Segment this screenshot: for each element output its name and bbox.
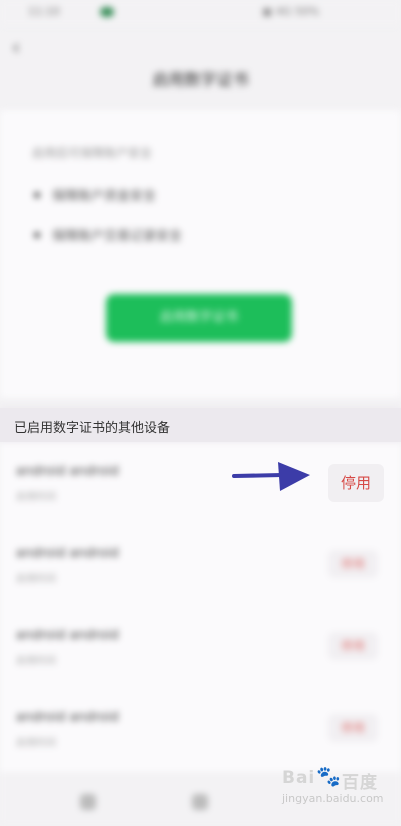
- certificate-card: 启用后可保障账户安全 保障账户资金安全 保障账户交易记录安全 启用数字证书: [0, 110, 401, 398]
- section-header-sharp: 已启用数字证书的其他设备: [0, 408, 401, 442]
- status-bar: 11:10 ▣ 4G 50%: [0, 0, 401, 26]
- disable-button[interactable]: 停用: [328, 714, 378, 742]
- device-subtitle: 启用时间: [16, 656, 56, 667]
- device-name: android android: [16, 546, 119, 561]
- device-row: android android 启用时间 停用: [0, 688, 401, 770]
- watermark-logo-suffix: 百度: [342, 773, 378, 793]
- card-description: 启用后可保障账户安全: [32, 146, 153, 160]
- page-title: 启用数字证书: [152, 70, 249, 89]
- device-subtitle: 启用时间: [16, 492, 56, 503]
- annotation-arrow-icon: [232, 462, 310, 491]
- device-subtitle: 启用时间: [16, 738, 56, 749]
- device-name: android android: [16, 710, 119, 725]
- baidu-watermark: Bai 🐾 百度 jingyan.baidu.com: [282, 764, 394, 812]
- disable-button[interactable]: 停用: [328, 550, 378, 578]
- device-name: android android: [16, 464, 119, 479]
- watermark-logo-text: Bai: [282, 768, 316, 788]
- status-time: 11:10: [28, 5, 60, 18]
- nav-home-icon[interactable]: [192, 794, 208, 810]
- enable-certificate-button[interactable]: 启用数字证书: [106, 294, 292, 342]
- device-row: android android 启用时间 停用: [0, 606, 401, 688]
- baidu-paw-icon: 🐾: [316, 764, 341, 788]
- bullet-text-2: 保障账户交易记录安全: [52, 229, 183, 244]
- device-subtitle: 启用时间: [16, 574, 56, 585]
- bullet-dot-icon: [34, 192, 40, 198]
- wechat-status-icon: [100, 7, 114, 17]
- device-name: android android: [16, 628, 119, 643]
- status-indicators: ▣ 4G 50%: [262, 5, 320, 18]
- device-row: android android 启用时间 停用: [0, 524, 401, 606]
- disable-button[interactable]: 停用: [328, 632, 378, 660]
- app-screen: 11:10 ▣ 4G 50% ‹ 启用数字证书 启用后可保障账户安全 保障账户资…: [0, 0, 401, 826]
- nav-menu-icon[interactable]: [80, 794, 96, 810]
- bullet-dot-icon: [34, 232, 40, 238]
- watermark-url: jingyan.baidu.com: [282, 792, 384, 805]
- disable-button-highlighted[interactable]: 停用: [328, 464, 384, 502]
- bullet-text-1: 保障账户资金安全: [52, 189, 157, 204]
- section-title: 已启用数字证书的其他设备: [14, 421, 171, 436]
- back-arrow-icon[interactable]: ‹: [12, 37, 30, 57]
